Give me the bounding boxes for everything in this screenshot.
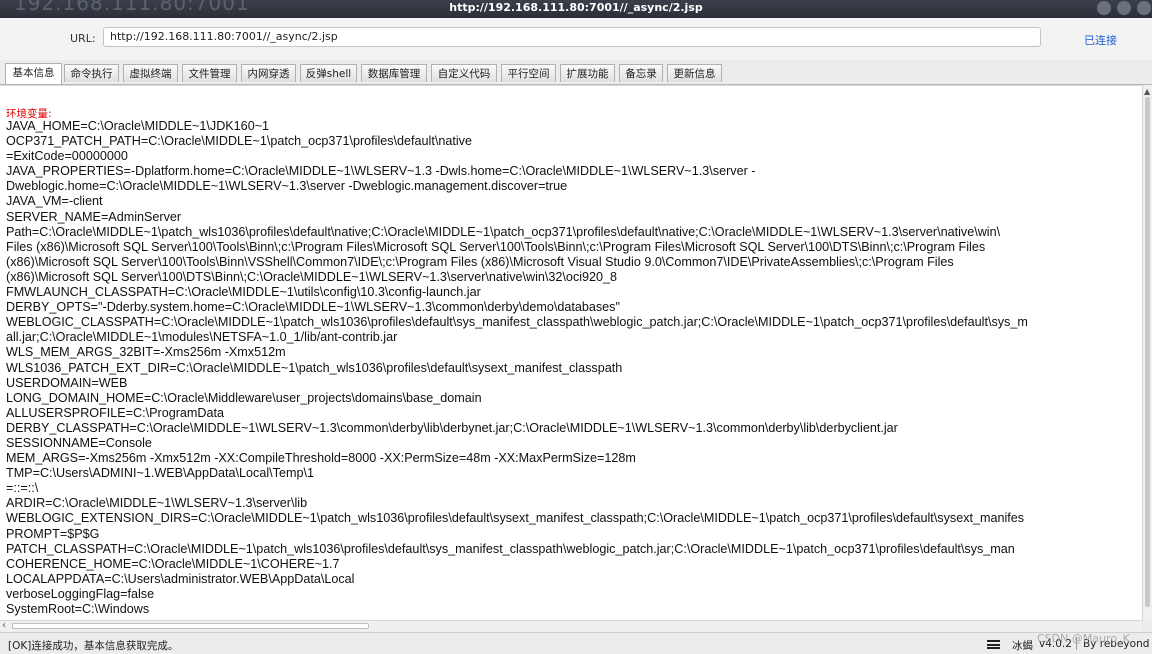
minimize-icon[interactable] [1097, 1, 1111, 15]
env-var-line: ALLUSERSPROFILE=C:\ProgramData [6, 405, 225, 420]
horizontal-scrollbar[interactable]: ‹ [0, 620, 1142, 631]
status-message: [OK]连接成功，基本信息获取完成。 [8, 640, 179, 652]
env-var-line: JAVA_HOME=C:\Oracle\MIDDLE~1\JDK160~1 [6, 119, 270, 133]
url-input[interactable]: http://192.168.111.80:7001//_async/2.jsp [103, 27, 1041, 47]
env-var-line: WEBLOGIC_EXTENSION_DIRS=C:\Oracle\MIDDLE… [6, 511, 1025, 526]
env-var-line: DERBY_CLASSPATH=C:\Oracle\MIDDLE~1\WLSER… [6, 420, 898, 435]
tab-intranet-tunnel[interactable]: 内网穿透 [241, 64, 296, 82]
maximize-icon[interactable] [1117, 1, 1131, 15]
env-var-line: SystemRoot=C:\Windows [6, 602, 150, 616]
app-name: 冰蝎 [1012, 640, 1033, 652]
env-var-line: SESSIONNAME=Console [6, 435, 152, 450]
vertical-scroll-thumb[interactable] [1145, 97, 1150, 607]
status-bar: [OK]连接成功，基本信息获取完成。 冰蝎 v4.0.2 By rebeyond [0, 632, 1152, 654]
horizontal-scroll-thumb[interactable] [12, 623, 369, 629]
tab-memo[interactable]: 备忘录 [619, 64, 663, 82]
tab-command-exec[interactable]: 命令执行 [64, 64, 119, 82]
env-var-line: TMP=C:\Users\ADMINI~1.WEB\AppData\Local\… [6, 466, 314, 481]
env-var-line: MEM_ARGS=-Xms256m -Xmx512m -XX:CompileTh… [6, 451, 636, 466]
url-bar: URL: http://192.168.111.80:7001//_async/… [0, 18, 1152, 60]
env-var-line: OCP371_PATCH_PATH=C:\Oracle\MIDDLE~1\pat… [6, 134, 472, 149]
tab-update-info[interactable]: 更新信息 [667, 64, 722, 82]
env-var-line: Files (x86)\Microsoft SQL Server\100\Too… [6, 239, 986, 254]
env-var-line: JAVA_PROPERTIES=-Dplatform.home=C:\Oracl… [6, 164, 756, 179]
env-var-line: PROMPT=$P$G [6, 526, 100, 541]
menu-icon[interactable] [987, 640, 1000, 649]
env-var-line: (x86)\Microsoft SQL Server\100\DTS\Binn\… [6, 269, 618, 284]
tab-parallel-space[interactable]: 平行空间 [501, 64, 556, 82]
tab-custom-code[interactable]: 自定义代码 [431, 64, 497, 82]
env-var-line: DERBY_OPTS="-Dderby.system.home=C:\Oracl… [6, 300, 620, 315]
env-var-line: WLS_MEM_ARGS_32BIT=-Xms256m -Xmx512m [6, 345, 286, 360]
tab-bar: 基本信息 命令执行 虚拟终端 文件管理 内网穿透 反弹shell 数据库管理 自… [0, 62, 1152, 85]
tab-basic-info[interactable]: 基本信息 [5, 63, 62, 84]
close-icon[interactable] [1137, 1, 1151, 15]
connection-status[interactable]: 已连接 [1084, 32, 1117, 48]
tab-virtual-terminal[interactable]: 虚拟终端 [123, 64, 178, 82]
env-var-line: COHERENCE_HOME=C:\Oracle\MIDDLE~1\COHERE… [6, 556, 340, 571]
env-var-line: WLS1036_PATCH_EXT_DIR=C:\Oracle\MIDDLE~1… [6, 360, 623, 375]
env-var-line: JAVA_VM=-client [6, 194, 103, 209]
env-var-line: verboseLoggingFlag=false [6, 586, 155, 601]
tab-extensions[interactable]: 扩展功能 [560, 64, 615, 82]
env-var-line: WEBLOGIC_CLASSPATH=C:\Oracle\MIDDLE~1\pa… [6, 315, 1028, 330]
scroll-left-arrow-icon[interactable]: ‹ [2, 620, 6, 631]
env-var-line: LOCALAPPDATA=C:\Users\administrator.WEB\… [6, 571, 355, 586]
env-var-line: Path=C:\Oracle\MIDDLE~1\patch_wls1036\pr… [6, 224, 1001, 239]
scroll-up-arrow-icon[interactable]: ▲ [1144, 87, 1150, 96]
tab-reverse-shell[interactable]: 反弹shell [300, 64, 357, 82]
url-label: URL: [70, 32, 96, 45]
env-var-line: =::=::\ [6, 481, 39, 496]
env-var-line: USERDOMAIN=WEB [6, 375, 128, 390]
env-var-line: all.jar;C:\Oracle\MIDDLE~1\modules\NETSF… [6, 330, 398, 345]
window-title-bar: 192.168.111.80:7001 http://192.168.111.8… [0, 0, 1152, 18]
env-var-line: FMWLAUNCH_CLASSPATH=C:\Oracle\MIDDLE~1\u… [6, 285, 481, 300]
env-var-line: SERVER_NAME=AdminServer [6, 209, 182, 224]
env-var-line: =ExitCode=00000000 [6, 149, 128, 164]
env-var-line: LONG_DOMAIN_HOME=C:\Oracle\Middleware\us… [6, 390, 482, 405]
env-var-line: PATCH_CLASSPATH=C:\Oracle\MIDDLE~1\patch… [6, 541, 1015, 556]
tab-database-manager[interactable]: 数据库管理 [361, 64, 427, 82]
env-var-line: ARDIR=C:\Oracle\MIDDLE~1\WLSERV~1.3\serv… [6, 496, 308, 511]
window-title: http://192.168.111.80:7001//_async/2.jsp [449, 1, 703, 14]
basic-info-panel[interactable]: 环境变量: JAVA_HOME=C:\Oracle\MIDDLE~1\JDK16… [0, 85, 1142, 621]
watermark-text: CSDN @Mauro_K [1037, 632, 1130, 645]
env-var-line: (x86)\Microsoft SQL Server\100\Tools\Bin… [6, 254, 954, 269]
env-vars-list: JAVA_HOME=C:\Oracle\MIDDLE~1\JDK160~1 OCP… [6, 119, 1142, 617]
tab-file-manager[interactable]: 文件管理 [182, 64, 237, 82]
vertical-scrollbar[interactable]: ▲ [1142, 85, 1152, 620]
env-var-line: Dweblogic.home=C:\Oracle\MIDDLE~1\WLSERV… [6, 179, 568, 194]
